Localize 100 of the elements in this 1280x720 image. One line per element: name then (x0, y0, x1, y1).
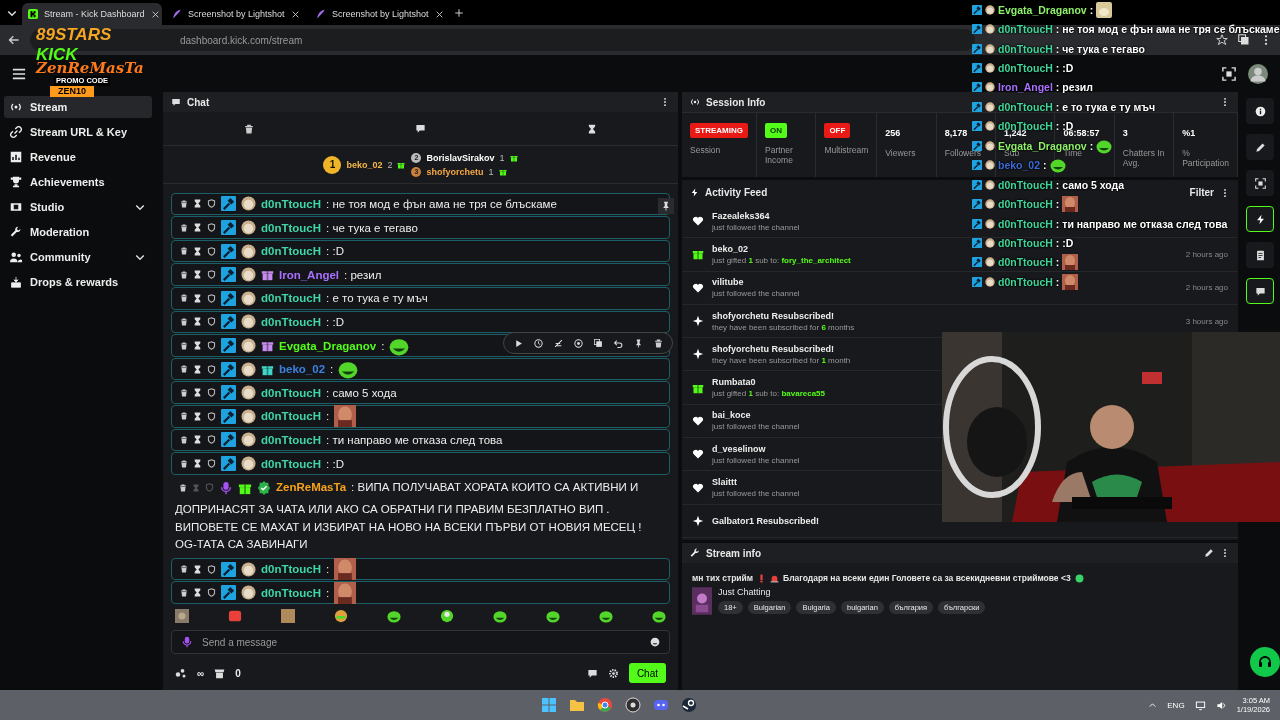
slash-icon[interactable] (553, 338, 563, 348)
shield-icon[interactable] (207, 199, 216, 209)
shield-icon[interactable] (207, 223, 216, 233)
hourglass-icon[interactable] (193, 459, 202, 468)
hourglass-icon[interactable] (587, 123, 598, 134)
screen-icon[interactable] (1222, 66, 1236, 81)
shield-icon[interactable] (207, 270, 216, 280)
trash-icon[interactable] (180, 317, 188, 326)
sidebar-item[interactable]: Moderation (4, 221, 152, 243)
points-icon[interactable] (175, 667, 187, 679)
shield-icon[interactable] (207, 411, 216, 421)
chevron-icon[interactable] (1148, 700, 1158, 710)
trash-icon[interactable] (180, 588, 188, 597)
emote-icon[interactable] (599, 609, 613, 623)
filter-link[interactable]: Filter (1189, 187, 1214, 198)
emote-icon[interactable] (334, 609, 348, 623)
new-tab-icon[interactable] (454, 7, 464, 18)
trash-icon[interactable] (243, 123, 254, 134)
rail-button[interactable] (1246, 206, 1274, 232)
sidebar-item[interactable]: Achievements (4, 171, 152, 193)
rail-button[interactable] (1246, 170, 1274, 196)
category-name[interactable]: Just Chatting (718, 587, 986, 597)
hourglass-icon[interactable] (193, 270, 202, 280)
star-icon[interactable] (1216, 34, 1228, 46)
trash-icon[interactable] (180, 223, 188, 232)
sidebar-item[interactable]: Studio (4, 196, 152, 218)
trash-icon[interactable] (180, 294, 188, 303)
shield-icon[interactable] (207, 564, 216, 574)
network-icon[interactable] (1194, 699, 1206, 711)
trash-icon[interactable] (180, 435, 188, 444)
copy-icon[interactable] (593, 338, 603, 348)
back-icon[interactable] (8, 34, 20, 46)
mention-icon[interactable] (573, 338, 583, 348)
sidebar-item[interactable]: Community (4, 246, 152, 268)
sidebar-item[interactable]: Stream URL & Key (4, 121, 152, 143)
clock-icon[interactable] (533, 338, 543, 348)
browser-icon[interactable] (597, 697, 614, 713)
hourglass-icon[interactable] (193, 293, 202, 303)
shield-icon[interactable] (207, 588, 216, 598)
settings-icon[interactable] (607, 667, 619, 679)
sidebar-item[interactable]: Stream (4, 96, 152, 118)
emote-icon[interactable] (652, 609, 666, 623)
support-button[interactable] (1250, 647, 1280, 677)
trash-icon[interactable] (180, 459, 188, 468)
hourglass-icon[interactable] (193, 435, 202, 445)
close-icon[interactable] (150, 9, 160, 19)
hourglass-icon[interactable] (193, 246, 202, 256)
shield-icon[interactable] (207, 293, 216, 303)
trash-icon[interactable] (179, 483, 187, 492)
rail-button[interactable] (1246, 242, 1274, 268)
chat-icon[interactable] (586, 667, 598, 679)
category-icon[interactable] (692, 587, 712, 615)
trash-icon[interactable] (653, 338, 663, 348)
menu-icon[interactable] (12, 66, 26, 81)
hourglass-icon[interactable] (193, 411, 202, 421)
emote-icon[interactable] (387, 609, 401, 623)
trash-icon[interactable] (180, 341, 188, 350)
trash-icon[interactable] (180, 365, 188, 374)
chat-icon[interactable] (415, 123, 426, 134)
shield-icon[interactable] (207, 435, 216, 445)
pin-icon[interactable] (633, 338, 643, 348)
sidebar-item[interactable]: Revenue (4, 146, 152, 168)
trash-icon[interactable] (180, 388, 188, 397)
emoji-icon[interactable] (650, 637, 660, 647)
hourglass-icon[interactable] (193, 341, 202, 351)
message-field[interactable]: Send a message (171, 630, 670, 654)
hourglass-icon[interactable] (193, 388, 202, 398)
trash-icon[interactable] (180, 200, 188, 208)
hourglass-icon[interactable] (193, 564, 202, 574)
close-icon[interactable] (291, 9, 300, 19)
trash-icon[interactable] (180, 565, 188, 574)
rail-button[interactable] (1246, 98, 1274, 124)
trash-icon[interactable] (180, 247, 188, 256)
extensions-icon[interactable] (1238, 34, 1250, 46)
shield-icon[interactable] (207, 317, 216, 327)
play-icon[interactable] (513, 338, 523, 348)
browser-tab[interactable]: Stream - Kick Dashboard (22, 3, 162, 25)
browser-tab[interactable]: Screenshot by Lightshot (166, 3, 306, 25)
undo-icon[interactable] (613, 338, 623, 348)
shield-icon[interactable] (207, 459, 216, 468)
store-icon[interactable] (214, 667, 226, 679)
windows-icon[interactable] (541, 697, 558, 713)
shield-icon[interactable] (207, 364, 216, 374)
sidebar-item[interactable]: Drops & rewards (4, 271, 152, 293)
rail-button[interactable] (1246, 278, 1274, 304)
hourglass-icon[interactable] (193, 364, 202, 374)
microphone-icon[interactable] (181, 636, 193, 648)
emote-icon[interactable] (546, 609, 560, 623)
shield-icon[interactable] (207, 246, 216, 256)
emote-icon[interactable] (493, 609, 507, 623)
edit-icon[interactable] (1204, 548, 1214, 558)
avatar-icon[interactable] (1248, 63, 1268, 84)
trash-icon[interactable] (180, 412, 188, 421)
browser-tab[interactable]: Screenshot by Lightshot (310, 3, 450, 25)
hourglass-icon[interactable] (193, 223, 202, 233)
shield-icon[interactable] (207, 388, 216, 398)
rail-button[interactable] (1246, 134, 1274, 160)
folder-icon[interactable] (569, 697, 586, 713)
chat-send-button[interactable]: Chat (628, 663, 666, 683)
hourglass-icon[interactable] (193, 199, 202, 209)
